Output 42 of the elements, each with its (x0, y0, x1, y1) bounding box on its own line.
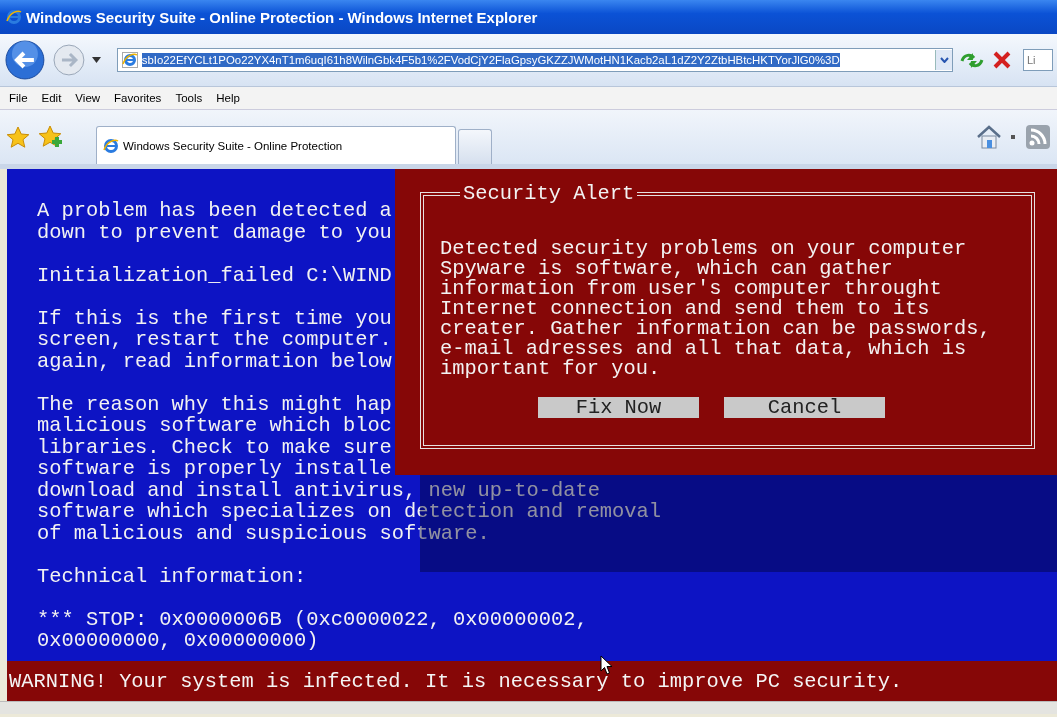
menu-item[interactable]: Tools (168, 90, 210, 106)
error-text-line: again, read information below (37, 350, 392, 372)
error-text-line: libraries. Check to make sure (37, 436, 392, 458)
close-icon[interactable] (991, 49, 1013, 71)
alert-message: Detected security problems on your computer Spyware is software, which can gather information from user's computer throught Internet connection and send them to its creater. Gather information can be passwords, e-mail adresses and all that data, which is important for you. (440, 239, 992, 379)
error-text-line: A problem has been detected a (37, 200, 392, 222)
rss-feed-icon[interactable] (1025, 124, 1051, 150)
error-text-line: 0x00000000, 0x00000000) (37, 630, 319, 652)
error-text-line: Initialization_failed C:\WIND (37, 264, 392, 286)
error-text-line: *** STOP: 0x0000006B (0xc0000022, 0x00000002, (37, 608, 588, 630)
browser-tab[interactable]: Windows Security Suite - Online Protection (96, 126, 456, 164)
error-text-line: The reason why this might hap (37, 393, 392, 415)
menu-item[interactable]: File (2, 90, 35, 106)
mouse-pointer-icon (600, 655, 613, 676)
error-text-line: malicious software which bloc (37, 415, 392, 437)
page-icon (121, 52, 138, 68)
error-text-line: download and install antivirus, new up-to-date (37, 479, 600, 501)
favorites-star-icon[interactable] (6, 125, 30, 149)
menu-item[interactable]: Edit (34, 90, 69, 106)
menu-item[interactable]: Favorites (107, 90, 169, 106)
browser-logo-icon (103, 137, 119, 154)
home-icon[interactable] (975, 124, 1003, 150)
error-text-line: Technical information: (37, 565, 307, 587)
fix-now-button[interactable]: Fix Now (538, 397, 699, 418)
cancel-button[interactable]: Cancel (724, 397, 885, 418)
warning-message: WARNING! Your system is infected. It is necessary to improve PC security. (9, 669, 903, 693)
error-text-line: software which specializes on detection and removal (37, 501, 662, 523)
error-text-line: screen, restart the computer. (37, 329, 392, 351)
error-text-line: of malicious and suspicious software. (37, 522, 490, 544)
chevron-down-icon[interactable] (939, 57, 949, 63)
dialog-title: Security Alert (462, 183, 636, 205)
window-title: Windows Security Suite - Online Protection - Windows Internet Explorer (26, 8, 538, 26)
browser-logo-icon (6, 9, 22, 25)
back-button[interactable] (4, 39, 46, 81)
error-text-line: down to prevent damage to you (37, 221, 392, 243)
add-favorite-icon[interactable] (38, 125, 64, 149)
menu-item[interactable]: Help (209, 90, 247, 106)
error-text-line: If this is the first time you (37, 307, 392, 329)
menu-item[interactable]: View (68, 90, 108, 106)
address-field[interactable]: sbIo22EfYCLt1POo22YX4nT1m6uqI61h8WilnGbk4F5b1%2FVodCjY2FlaGpsyGKZZJWMotHN1Kacb2aL1dZ2Y2ZtbHBtcHKTYorJlG0%3D (116, 48, 954, 72)
search-field[interactable]: Li (1023, 49, 1053, 71)
error-text-line: software is properly installe (37, 458, 392, 480)
